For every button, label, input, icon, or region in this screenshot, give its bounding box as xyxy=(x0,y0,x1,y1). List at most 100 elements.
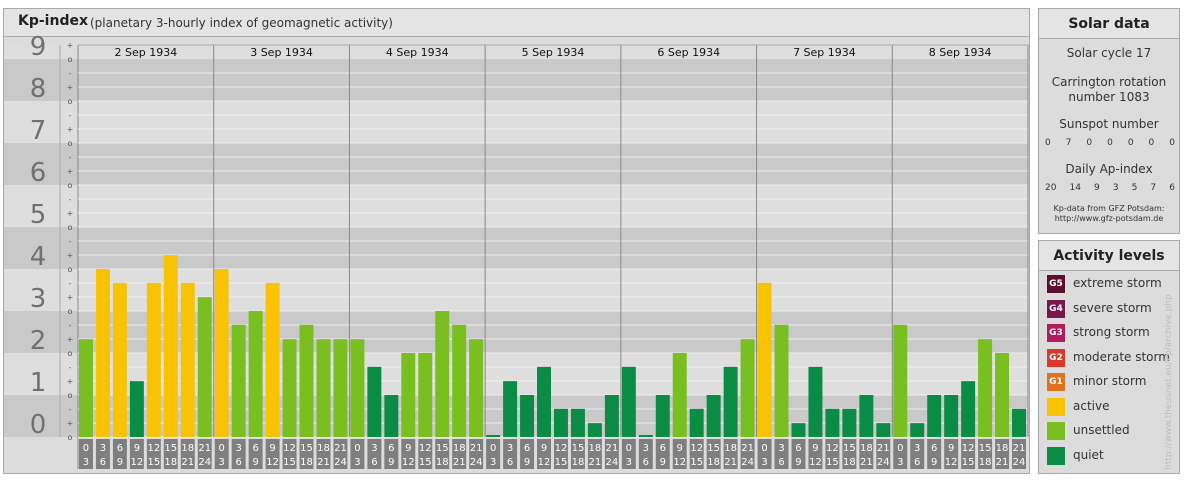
solar-data-heading: Solar data xyxy=(1039,9,1179,39)
kp-bar xyxy=(893,324,908,437)
kp-bar xyxy=(418,353,433,437)
level-band xyxy=(4,185,1028,227)
time-slot-end: 3 xyxy=(626,457,632,468)
time-slot-start: 9 xyxy=(134,443,140,454)
level-label: strong storm xyxy=(1073,325,1150,339)
time-slot-end: 12 xyxy=(402,457,415,468)
kp-bar xyxy=(587,423,602,437)
ap-value: 5 xyxy=(1131,183,1138,193)
y-minor-mark: + xyxy=(67,41,74,50)
sunspot-values: 0 7 0 0 0 0 0 xyxy=(1045,138,1175,148)
level-label: quiet xyxy=(1073,447,1104,462)
time-slot-end: 21 xyxy=(996,457,1009,468)
activity-levels-panel: Activity levels G5 extreme storm G4 severe … xyxy=(1038,240,1180,474)
time-slot-start: 12 xyxy=(147,443,160,454)
kp-bar xyxy=(79,339,93,437)
kp-bar xyxy=(486,435,501,437)
kp-bar xyxy=(554,408,568,437)
time-slot-start: 21 xyxy=(606,443,619,454)
y-minor-mark: + xyxy=(67,125,74,134)
time-slot-end: 18 xyxy=(572,457,585,468)
kp-bar-chart: 0123456789o+-o+-o+-o+-o+-o+-o+-o+-o+-o+2… xyxy=(4,32,1029,469)
y-minor-mark: - xyxy=(69,111,72,120)
level-label: moderate storm xyxy=(1073,349,1170,364)
y-minor-mark: + xyxy=(67,335,74,344)
level-swatch xyxy=(1047,397,1065,416)
ap-values: 20 14 9 3 5 7 6 xyxy=(1045,183,1175,193)
time-slot-start: 15 xyxy=(707,443,720,454)
level-swatch: G1 xyxy=(1047,373,1065,391)
time-slot-start: 3 xyxy=(643,443,649,454)
time-slot-end: 9 xyxy=(252,457,258,468)
ap-value: 6 xyxy=(1169,183,1175,193)
time-slot-start: 0 xyxy=(219,443,225,454)
sunspot-value: 0 xyxy=(1148,138,1155,148)
time-slot-end: 3 xyxy=(219,457,225,468)
ap-heading: Daily Ap-index xyxy=(1065,162,1153,176)
time-slot-end: 6 xyxy=(100,457,106,468)
time-slot-start: 12 xyxy=(283,443,296,454)
y-minor-mark: o xyxy=(68,139,73,148)
sunspot-value: 0 xyxy=(1086,138,1093,148)
solar-data-panel: Solar data Solar cycle 17 Carrington rot… xyxy=(1038,8,1180,234)
time-slot-start: 18 xyxy=(453,443,466,454)
kp-bar xyxy=(435,311,450,437)
time-slot-end: 12 xyxy=(131,457,144,468)
time-slot-end: 3 xyxy=(83,457,89,468)
activity-levels-heading: Activity levels xyxy=(1039,241,1179,271)
time-slot-start: 15 xyxy=(843,443,856,454)
time-slot-end: 21 xyxy=(860,457,873,468)
sunspot-value: 0 xyxy=(1107,138,1113,148)
y-tick-label: 5 xyxy=(30,200,47,230)
kp-bar xyxy=(927,395,942,437)
time-slot-end: 9 xyxy=(660,457,666,468)
time-slot-start: 15 xyxy=(572,443,585,454)
y-tick-label: 8 xyxy=(30,74,47,104)
time-slot-end: 15 xyxy=(826,457,839,468)
time-slot-start: 9 xyxy=(812,443,818,454)
kp-bar xyxy=(129,381,144,437)
y-minor-mark: - xyxy=(69,237,72,246)
y-minor-mark: + xyxy=(67,293,74,302)
time-slot-start: 6 xyxy=(388,443,394,454)
time-slot-end: 15 xyxy=(690,457,703,468)
time-slot-start: 18 xyxy=(860,443,873,454)
level-label: minor storm xyxy=(1073,374,1147,388)
kp-bar xyxy=(503,381,518,437)
time-slot-end: 24 xyxy=(1013,457,1026,468)
ap-value: 20 xyxy=(1045,183,1057,193)
kp-bar xyxy=(842,408,857,437)
time-slot-end: 3 xyxy=(897,457,903,468)
kp-bar xyxy=(944,395,959,437)
time-slot-end: 24 xyxy=(741,457,754,468)
time-slot-end: 6 xyxy=(235,457,241,468)
kp-bar xyxy=(672,353,687,437)
y-minor-mark: - xyxy=(69,321,72,330)
y-minor-mark: o xyxy=(68,55,73,64)
y-minor-mark: - xyxy=(69,279,72,288)
kp-bar xyxy=(537,366,551,437)
y-tick-label: 2 xyxy=(30,326,47,356)
y-minor-mark: o xyxy=(68,265,73,274)
time-slot-end: 15 xyxy=(962,457,975,468)
watermark-url: http://www.theusnet.eu/kp/archive.php xyxy=(1164,294,1174,470)
time-slot-end: 12 xyxy=(673,457,686,468)
kp-bar xyxy=(401,353,416,437)
ap-value: 7 xyxy=(1150,183,1157,193)
level-band xyxy=(4,227,1028,269)
time-slot-start: 15 xyxy=(164,443,177,454)
activity-level-item: G1 minor storm xyxy=(1047,372,1177,392)
level-label: unsettled xyxy=(1073,423,1130,437)
time-slot-start: 3 xyxy=(371,443,377,454)
y-minor-mark: o xyxy=(68,223,73,232)
activity-level-item: active xyxy=(1047,397,1177,417)
kp-bar xyxy=(299,324,314,437)
y-minor-mark: - xyxy=(69,195,72,204)
kp-bar xyxy=(265,282,280,437)
y-minor-mark: o xyxy=(68,391,73,400)
time-slot-start: 12 xyxy=(690,443,703,454)
y-tick-label: 3 xyxy=(30,284,47,314)
time-slot-start: 9 xyxy=(948,443,954,454)
kp-bar xyxy=(825,408,840,437)
time-slot-start: 0 xyxy=(761,443,767,454)
